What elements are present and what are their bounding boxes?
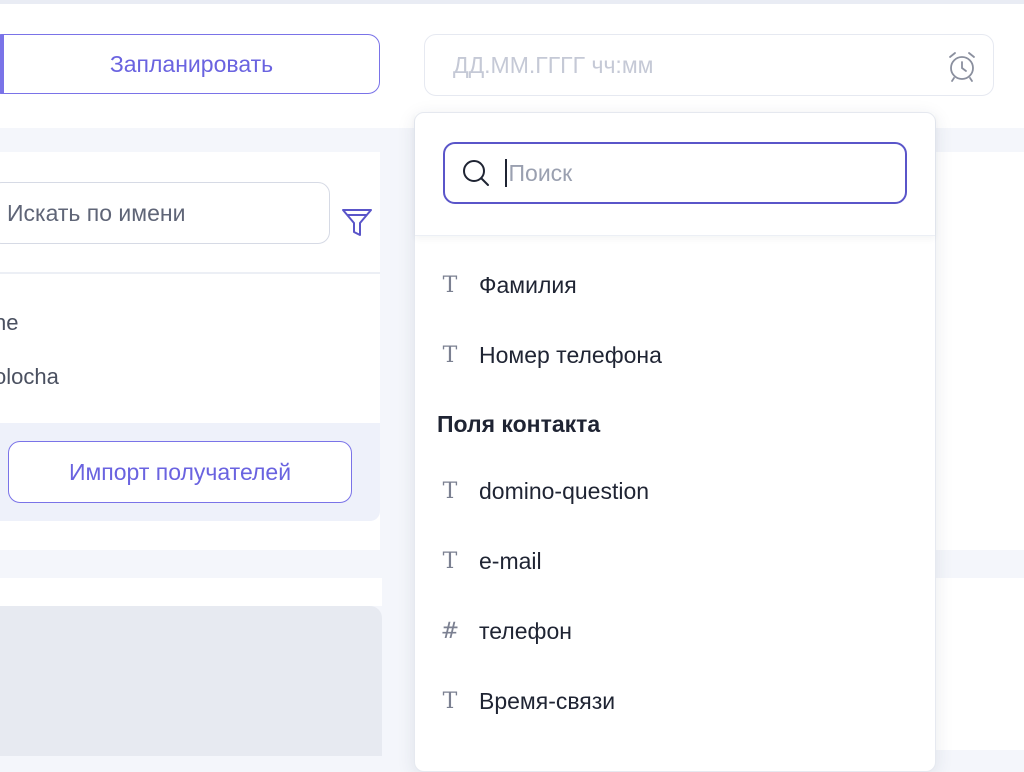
- group-header-contact-fields: Поля контакта: [437, 411, 601, 437]
- text-type-icon: T: [442, 548, 458, 574]
- variables-dropdown: Поиск T Фамилия T Номер телефона Поля ко…: [414, 112, 936, 772]
- option-label: Время-связи: [479, 687, 616, 714]
- option-telephone[interactable]: # телефон: [437, 611, 572, 651]
- right-panel-bottom: [936, 578, 1024, 750]
- text-caret: [505, 159, 507, 187]
- bottom-strip: [0, 578, 382, 606]
- option-label: e-mail: [479, 547, 542, 574]
- filter-icon[interactable]: [339, 204, 375, 240]
- dropdown-search-input[interactable]: Поиск: [443, 142, 907, 204]
- search-name-input[interactable]: Искать по имени: [0, 182, 330, 244]
- alarm-clock-icon[interactable]: [945, 49, 979, 83]
- import-recipients-button[interactable]: Импорт получателей: [8, 441, 352, 503]
- search-name-placeholder: Искать по имени: [7, 199, 186, 226]
- text-type-icon: T: [442, 688, 458, 714]
- recipients-divider: [0, 272, 380, 274]
- option-label: domino-question: [479, 477, 650, 504]
- option-label: Фамилия: [479, 271, 577, 298]
- text-type-icon: T: [442, 342, 458, 368]
- option-label: Номер телефона: [479, 341, 662, 368]
- top-area: Запланировать ДД.ММ.ГГГГ чч:мм: [0, 0, 1024, 128]
- option-email[interactable]: T e-mail: [437, 541, 542, 581]
- recipient-item[interactable]: olocha: [0, 364, 59, 390]
- recipients-panel: Искать по имени he olocha Импорт получат…: [0, 152, 380, 550]
- option-surname[interactable]: T Фамилия: [437, 265, 577, 305]
- dropdown-search-area: Поиск: [415, 113, 935, 236]
- text-type-icon: T: [442, 272, 458, 298]
- bottom-panel: [0, 606, 382, 756]
- right-panel: [936, 152, 1024, 550]
- recipient-item[interactable]: he: [0, 310, 18, 336]
- schedule-button[interactable]: Запланировать: [0, 34, 380, 94]
- dropdown-search-placeholder: Поиск: [508, 159, 573, 186]
- option-label: телефон: [479, 617, 572, 644]
- import-area: Импорт получателей: [0, 423, 380, 521]
- number-type-icon: #: [440, 618, 460, 644]
- option-phone-number[interactable]: T Номер телефона: [437, 335, 662, 375]
- option-contact-time[interactable]: T Время-связи: [437, 681, 616, 721]
- datetime-placeholder: ДД.ММ.ГГГГ чч:мм: [453, 51, 654, 78]
- search-icon: [463, 160, 489, 186]
- datetime-input[interactable]: ДД.ММ.ГГГГ чч:мм: [424, 34, 994, 96]
- option-domino-question[interactable]: T domino-question: [437, 471, 649, 511]
- text-type-icon: T: [442, 478, 458, 504]
- top-divider: [0, 0, 1024, 4]
